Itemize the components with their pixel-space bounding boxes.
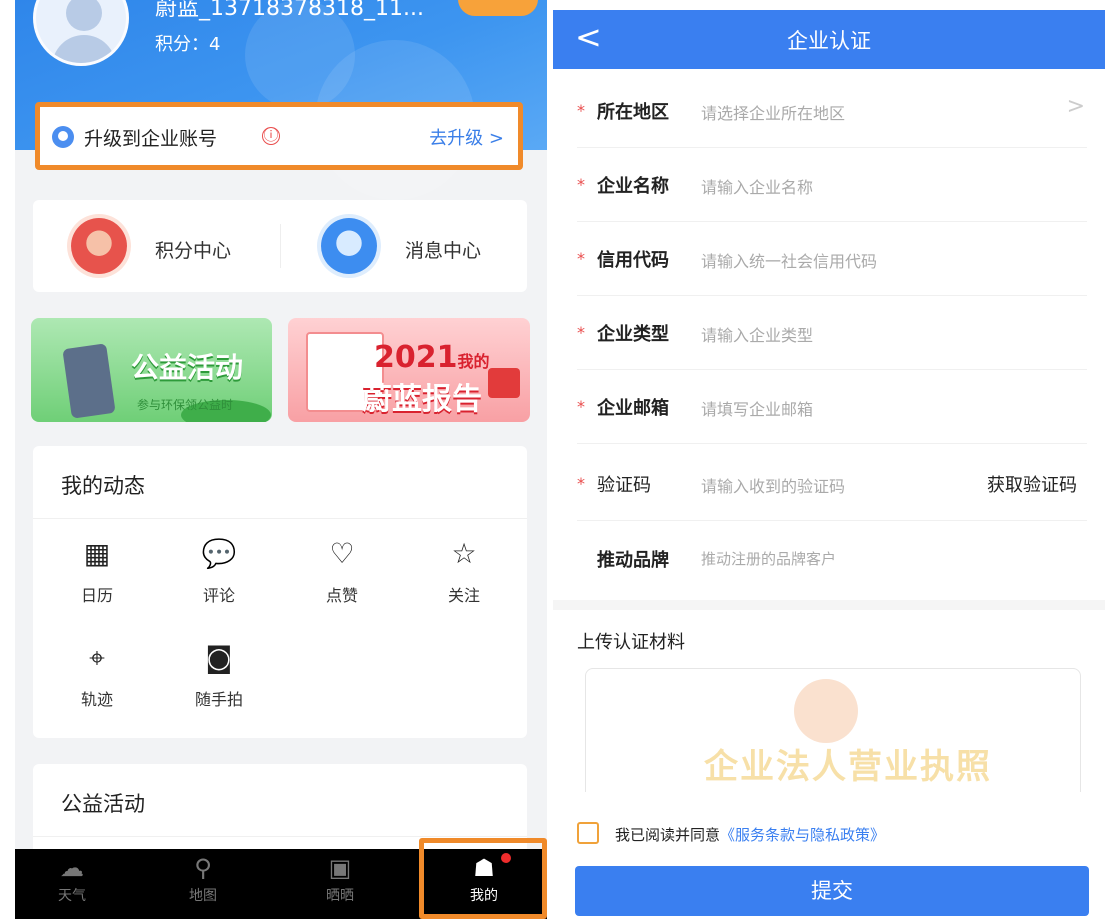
my-dynamics-title: 我的动态 — [61, 474, 145, 498]
weather-icon: ☁ — [60, 854, 84, 882]
my-dynamics-card: 我的动态 ▦ 日历 💬 评论 ♡ 点赞 ☆ 关注 ⌖ 轨迹 ◙ 随手拍 — [33, 446, 527, 738]
phone-illustration — [62, 343, 116, 419]
points-icon — [71, 218, 127, 274]
info-icon[interactable]: ⓘ — [262, 127, 280, 145]
company-name-label: 企业名称 — [597, 176, 669, 197]
chevron-right-icon: > — [1066, 94, 1085, 119]
username: 蔚蓝_13718378318_11... — [155, 0, 424, 21]
report-banner-title: 蔚蓝报告 — [362, 382, 482, 417]
track-button[interactable]: ⌖ 轨迹 — [47, 642, 147, 710]
get-code-button[interactable]: 获取验证码 — [987, 471, 1077, 497]
brand-label: 推动品牌 — [597, 550, 669, 571]
tab-share[interactable]: ▣ 晒晒 — [295, 853, 385, 905]
message-icon — [321, 218, 377, 274]
verify-code-label: 验证码 — [597, 475, 651, 496]
required-mark: * — [577, 323, 585, 342]
center-card: 积分中心 消息中心 — [33, 200, 527, 292]
message-center-button[interactable]: 消息中心 — [405, 236, 481, 263]
charity-banner[interactable]: 公益活动 参与环保领公益时 — [31, 318, 272, 422]
map-icon: ⚲ — [194, 854, 212, 882]
agree-checkbox[interactable] — [577, 822, 599, 844]
enterprise-verification-screen: < 企业认证 * 所在地区 请选择企业所在地区 > * 企业名称 请输入企业名称… — [553, 10, 1105, 919]
calendar-icon: ▦ — [83, 537, 111, 570]
score: 积分：4 — [155, 34, 221, 55]
required-mark: * — [577, 175, 585, 194]
credit-code-label: 信用代码 — [597, 250, 669, 271]
emblem-icon — [794, 679, 858, 743]
page-title: 企业认证 — [787, 29, 871, 53]
required-mark: * — [577, 474, 585, 493]
company-type-input[interactable]: 请输入企业类型 — [701, 322, 813, 346]
charity-banner-title: 公益活动 — [131, 351, 244, 384]
company-email-field[interactable]: * 企业邮箱 请填写企业邮箱 — [577, 370, 1087, 444]
section-divider — [553, 600, 1105, 610]
brand-field[interactable]: 推动品牌 推动注册的品牌客户 — [577, 522, 1087, 596]
share-icon: ▣ — [328, 854, 352, 882]
follow-button[interactable]: ☆ 关注 — [414, 538, 514, 606]
company-type-field[interactable]: * 企业类型 请输入企业类型 — [577, 296, 1087, 370]
header-action-pill[interactable] — [458, 0, 538, 16]
nav-bar: < 企业认证 — [553, 10, 1105, 69]
snapshot-button[interactable]: ◙ 随手拍 — [169, 642, 269, 710]
verify-code-field[interactable]: * 验证码 请输入收到的验证码 获取验证码 — [577, 447, 1087, 521]
upload-title: 上传认证材料 — [577, 632, 685, 653]
camera-icon: ◙ — [205, 641, 233, 674]
company-email-input[interactable]: 请填写企业邮箱 — [701, 396, 813, 420]
policy-link[interactable]: 《服务条款与隐私政策》 — [720, 826, 885, 844]
company-name-input[interactable]: 请输入企业名称 — [701, 174, 813, 198]
points-center-button[interactable]: 积分中心 — [155, 236, 231, 263]
tab-weather[interactable]: ☁ 天气 — [27, 853, 117, 905]
location-icon: ⌖ — [89, 641, 105, 674]
upload-license-area[interactable]: 企业法人营业执照 — [585, 668, 1081, 808]
comment-button[interactable]: 💬 评论 — [169, 538, 269, 606]
company-type-label: 企业类型 — [597, 324, 669, 345]
enterprise-icon — [52, 126, 74, 148]
profile-screen: 蔚蓝_13718378318_11... 积分：4 升级到企业账号 ⓘ 去升级 … — [15, 0, 547, 919]
upgrade-link[interactable]: 去升级 > — [429, 124, 504, 150]
upload-watermark: 企业法人营业执照 — [704, 747, 992, 787]
required-mark: * — [577, 249, 585, 268]
required-mark: * — [577, 101, 585, 120]
like-button[interactable]: ♡ 点赞 — [292, 538, 392, 606]
avatar[interactable] — [33, 0, 129, 66]
footer: 我已阅读并同意《服务条款与隐私政策》 提交 — [553, 792, 1105, 919]
report-banner[interactable]: 2021我的 蔚蓝报告 — [288, 318, 530, 422]
brand-input[interactable]: 推动注册的品牌客户 — [701, 548, 836, 569]
company-name-field[interactable]: * 企业名称 请输入企业名称 — [577, 148, 1087, 222]
upgrade-enterprise-banner[interactable]: 升级到企业账号 ⓘ 去升级 > — [35, 102, 523, 170]
tab-map[interactable]: ⚲ 地图 — [158, 853, 248, 905]
tab-mine-highlight — [419, 838, 547, 919]
submit-button[interactable]: 提交 — [575, 866, 1089, 916]
agreement-text: 我已阅读并同意《服务条款与隐私政策》 — [615, 826, 886, 844]
region-label: 所在地区 — [597, 102, 669, 123]
heart-icon: ♡ — [329, 537, 355, 570]
gift-box-illustration — [488, 368, 520, 398]
upgrade-label: 升级到企业账号 — [84, 128, 218, 150]
verify-code-input[interactable]: 请输入收到的验证码 — [701, 473, 845, 497]
comment-icon: 💬 — [201, 537, 237, 570]
calendar-button[interactable]: ▦ 日历 — [47, 538, 147, 606]
region-select[interactable]: 请选择企业所在地区 — [701, 100, 845, 124]
report-banner-year: 2021我的 — [374, 340, 490, 375]
credit-code-input[interactable]: 请输入统一社会信用代码 — [701, 248, 877, 272]
credit-code-field[interactable]: * 信用代码 请输入统一社会信用代码 — [577, 222, 1087, 296]
charity-section-title: 公益活动 — [61, 792, 145, 816]
charity-banner-subtitle: 参与环保领公益时 — [137, 398, 234, 412]
star-icon: ☆ — [451, 537, 477, 570]
required-mark: * — [577, 397, 585, 416]
region-field[interactable]: * 所在地区 请选择企业所在地区 > — [577, 74, 1087, 148]
company-email-label: 企业邮箱 — [597, 398, 669, 419]
